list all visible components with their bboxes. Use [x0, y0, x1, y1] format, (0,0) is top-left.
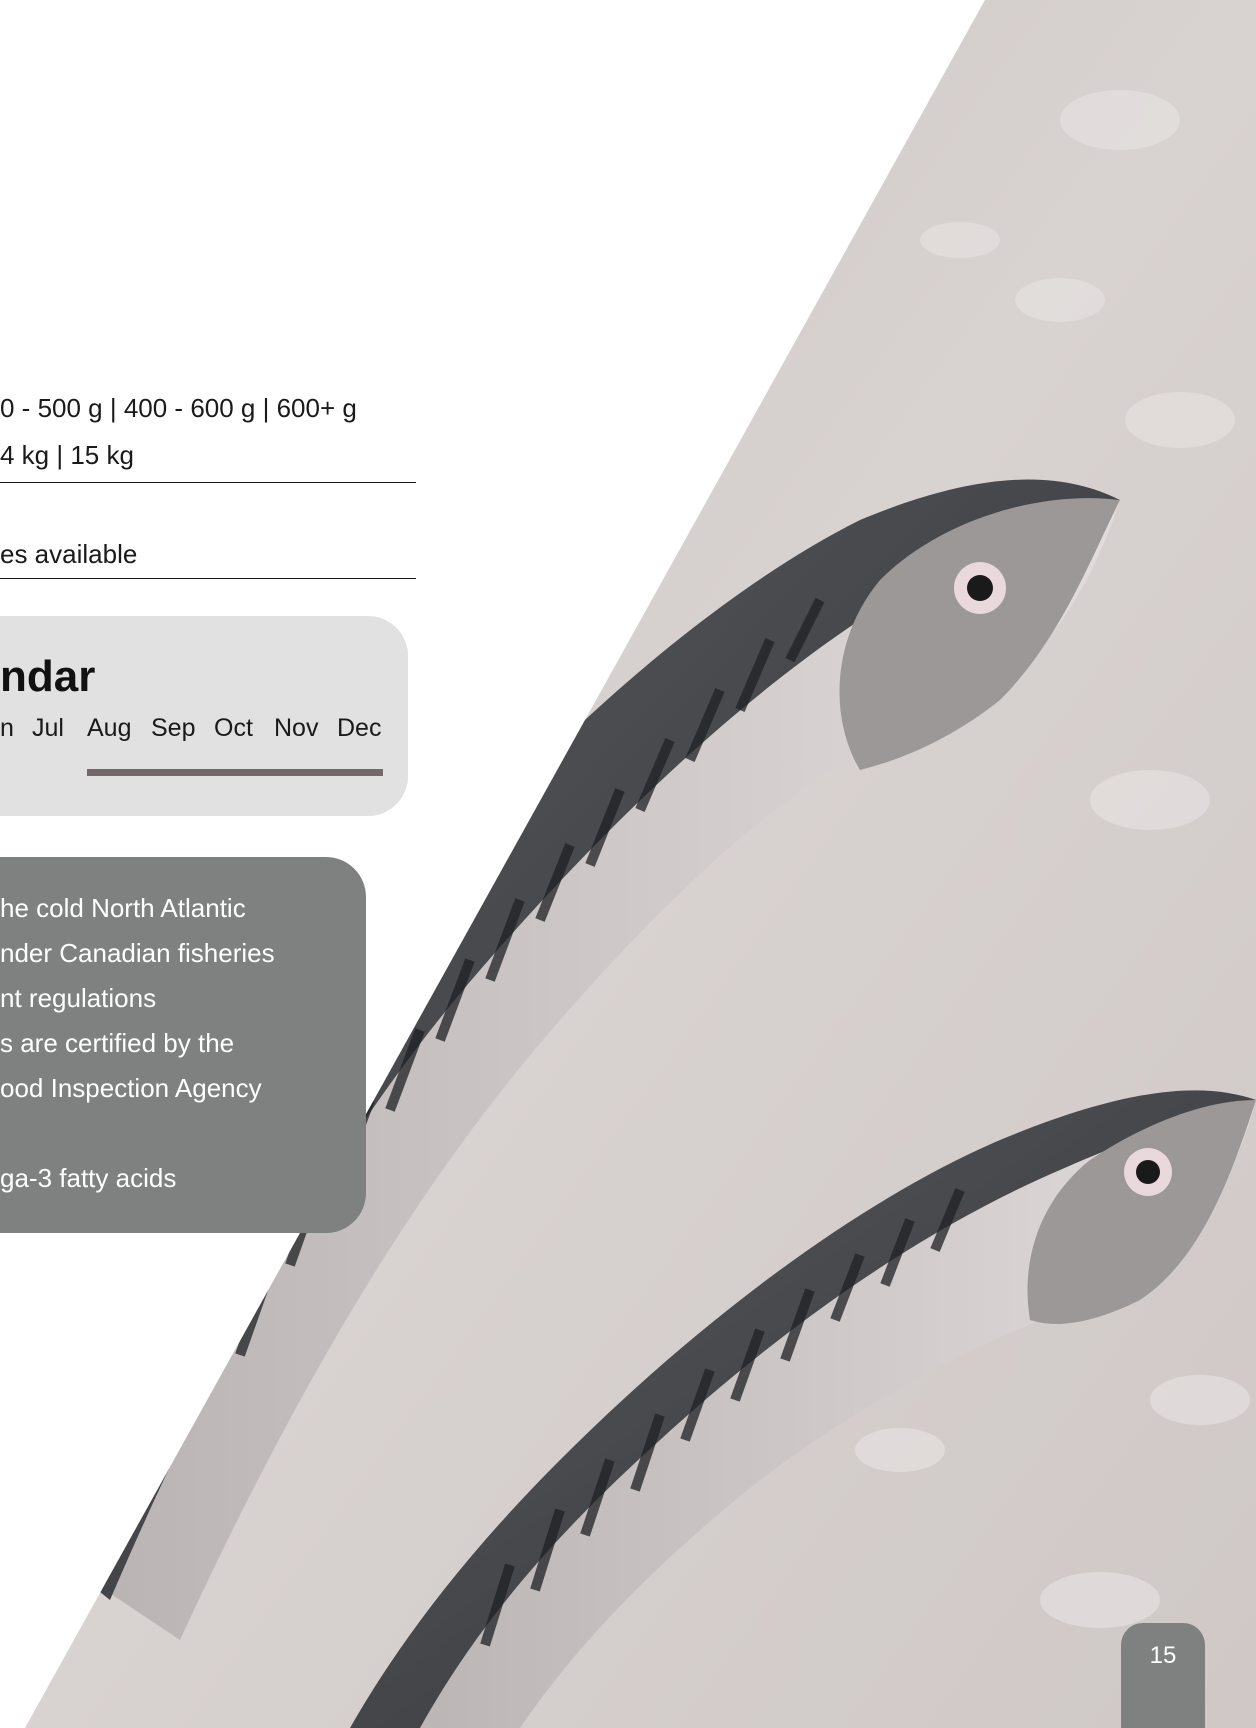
month-label: Oct [214, 714, 253, 742]
divider [0, 578, 416, 579]
availability-text: es available [0, 539, 138, 569]
info-line: nder Canadian fisheries [0, 938, 275, 968]
month-label: Sep [151, 714, 196, 742]
info-line: ga-3 fatty acids [0, 1163, 177, 1193]
page-number: 15 [1149, 1642, 1177, 1669]
month-label: Dec [337, 714, 382, 742]
month-label: Aug [87, 714, 132, 742]
month-label: Jul [32, 714, 64, 742]
info-line: nt regulations [0, 983, 157, 1013]
packaging-text: 4 kg | 15 kg [0, 440, 134, 470]
sizes-text: 0 - 500 g | 400 - 600 g | 600+ g [0, 393, 357, 423]
brochure-page: 0 - 500 g | 400 - 600 g | 600+ g 4 kg | … [0, 0, 1256, 1728]
calendar-title: ndar [0, 652, 96, 701]
month-label: n [0, 714, 14, 742]
info-line: s are certified by the [0, 1028, 235, 1058]
info-line: ood Inspection Agency [0, 1073, 262, 1103]
page-number-tab [1121, 1623, 1205, 1728]
month-label: Nov [274, 714, 319, 742]
season-bar [87, 769, 383, 776]
divider [0, 482, 416, 483]
info-line: he cold North Atlantic [0, 893, 246, 923]
